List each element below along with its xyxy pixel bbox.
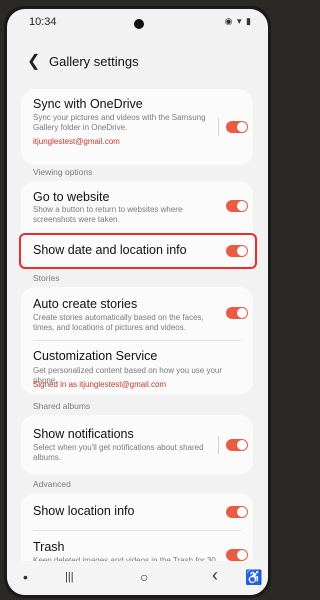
navigation-bar: • ||| ○ ‹ ♿ — [7, 561, 268, 595]
section-shared-albums: Shared albums — [33, 401, 91, 411]
section-advanced: Advanced — [33, 479, 71, 489]
auto-create-stories-row[interactable]: Auto create stories Create stories autom… — [21, 287, 253, 339]
front-camera — [134, 19, 144, 29]
highlight-box — [19, 233, 257, 269]
go-to-website-subtitle: Show a button to return to websites wher… — [33, 205, 183, 224]
sync-onedrive-subtitle: Sync your pictures and videos with the S… — [33, 113, 206, 132]
show-location-info-toggle[interactable] — [226, 506, 248, 518]
sync-card: Sync with OneDrive Sync your pictures an… — [21, 89, 253, 165]
show-location-info-row[interactable]: Show location info — [21, 493, 253, 529]
show-notifications-row[interactable]: Show notifications Select when you'll ge… — [21, 415, 253, 475]
phone-frame: 10:34 ◉ ▾ ▮ ❮ Gallery settings Sync with… — [4, 6, 271, 598]
app-header: ❮ Gallery settings — [7, 43, 268, 77]
stories-card: Auto create stories Create stories autom… — [21, 287, 253, 395]
accessibility-icon[interactable]: ♿ — [245, 569, 262, 586]
status-time: 10:34 — [29, 16, 57, 28]
show-notifications-subtitle: Select when you'll get notifications abo… — [33, 443, 204, 462]
page-title: Gallery settings — [49, 54, 139, 69]
shared-albums-card: Show notifications Select when you'll ge… — [21, 415, 253, 475]
divider — [218, 436, 219, 454]
sync-onedrive-account: itjunglestest@gmail.com — [33, 137, 120, 146]
back-icon[interactable]: ‹ — [212, 565, 218, 586]
show-notifications-toggle[interactable] — [226, 439, 248, 451]
section-stories: Stories — [33, 273, 60, 283]
auto-create-stories-toggle[interactable] — [226, 307, 248, 319]
auto-create-stories-subtitle: Create stories automatically based on th… — [33, 313, 204, 332]
customization-service-title: Customization Service — [33, 349, 158, 363]
show-notifications-title: Show notifications — [33, 427, 134, 441]
sync-onedrive-toggle[interactable] — [226, 121, 248, 133]
status-bar: 10:34 ◉ ▾ ▮ — [7, 9, 268, 31]
show-location-info-title: Show location info — [33, 504, 135, 518]
screen: 10:34 ◉ ▾ ▮ ❮ Gallery settings Sync with… — [7, 9, 268, 595]
sync-onedrive-row[interactable]: Sync with OneDrive Sync your pictures an… — [21, 89, 253, 165]
back-arrow-icon[interactable]: ❮ — [27, 51, 40, 71]
go-to-website-title: Go to website — [33, 190, 110, 204]
recents-icon[interactable]: ||| — [65, 571, 74, 583]
go-to-website-toggle[interactable] — [226, 200, 248, 212]
customization-signed-in: Signed in as itjunglestest@gmail.com — [33, 380, 167, 389]
section-viewing-options: Viewing options — [33, 167, 93, 177]
go-to-website-row[interactable]: Go to website Show a button to return to… — [21, 181, 253, 231]
trash-title: Trash — [33, 540, 65, 554]
trash-toggle[interactable] — [226, 549, 248, 561]
sync-onedrive-title: Sync with OneDrive — [33, 97, 143, 111]
status-icons: ◉ ▾ ▮ — [224, 16, 252, 26]
auto-create-stories-title: Auto create stories — [33, 297, 138, 311]
nav-dot-icon: • — [23, 569, 28, 585]
customization-service-row[interactable]: Customization Service Get personalized c… — [21, 341, 253, 395]
divider — [218, 118, 219, 136]
home-icon[interactable]: ○ — [140, 569, 148, 585]
